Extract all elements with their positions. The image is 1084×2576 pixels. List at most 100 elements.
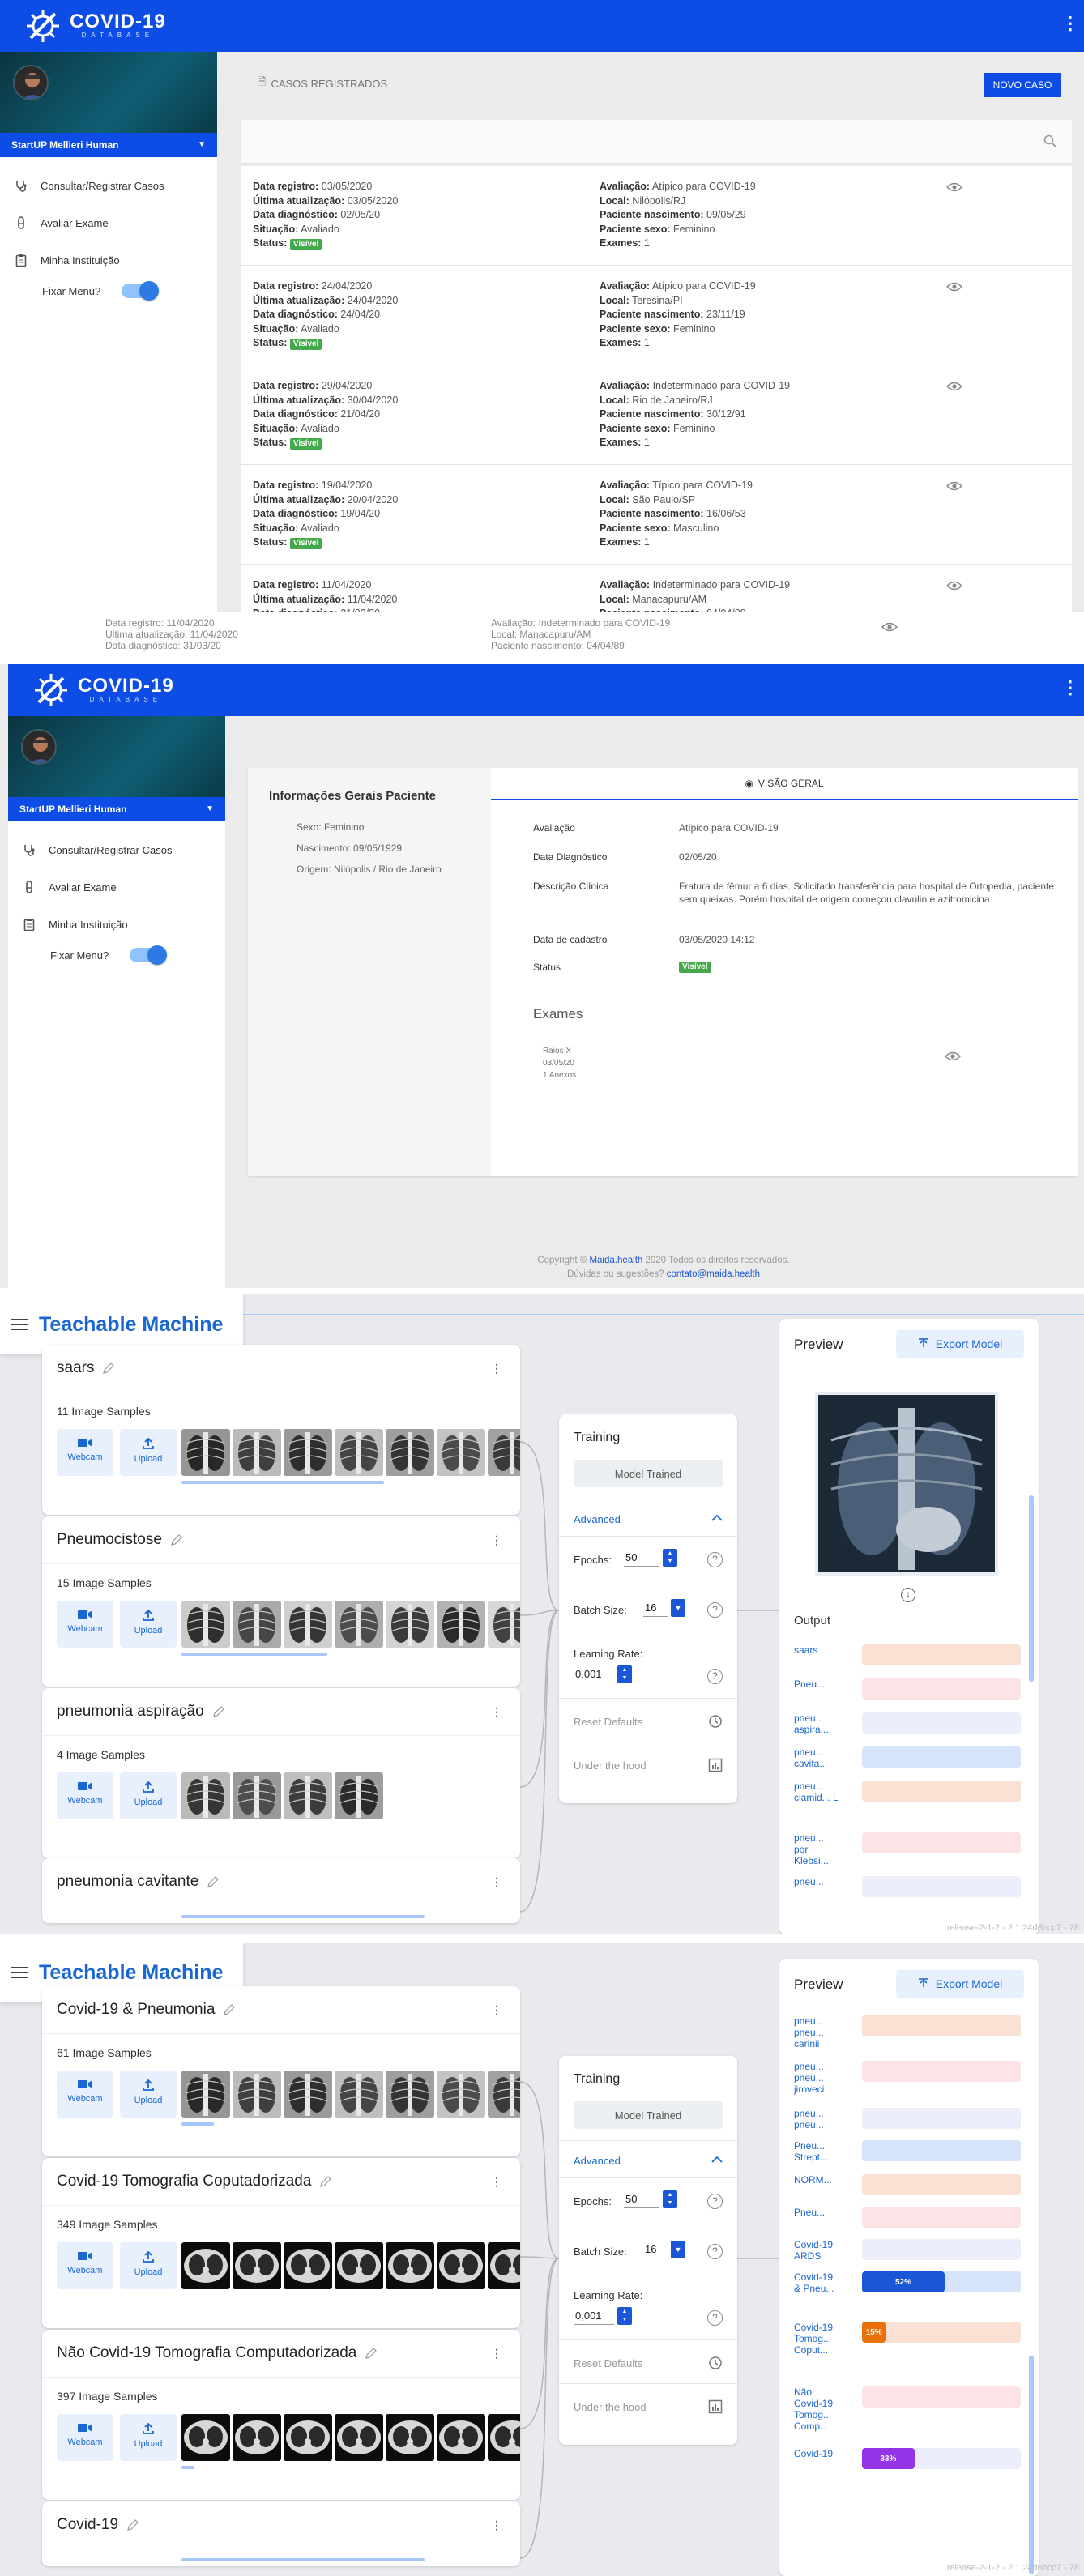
release-label: release-2-1-2 - 2.1.2#d6bcc7 - 78 — [946, 1923, 1079, 1933]
learning-rate-input[interactable]: 0,001 — [574, 2307, 614, 2325]
webcam-button[interactable]: Webcam — [57, 1601, 113, 1648]
epochs-input[interactable]: 50 — [624, 1549, 659, 1567]
eye-icon[interactable] — [945, 1051, 961, 1061]
thumbnail-scrollbar[interactable] — [181, 1653, 327, 1656]
field-label: Avaliação: — [600, 480, 651, 491]
epochs-stepper[interactable]: ▲ ▼ — [663, 1549, 677, 1567]
epochs-stepper[interactable]: ▲ ▼ — [663, 2190, 677, 2208]
learning-rate-stepper[interactable]: ▲ ▼ — [617, 1665, 632, 1683]
avatar[interactable] — [21, 729, 57, 765]
ghost-atualizacao: Última atualização: 11/04/2020 — [105, 629, 238, 640]
learning-rate-stepper[interactable]: ▲ ▼ — [617, 2307, 632, 2325]
case-row[interactable]: Data registro: 29/04/2020 Última atualiza… — [241, 365, 1072, 465]
upload-button[interactable]: Upload — [120, 1429, 177, 1476]
edit-icon[interactable] — [319, 2175, 332, 2188]
case-row[interactable]: Data registro: 19/04/2020 Última atualiza… — [241, 465, 1072, 565]
sample-thumbnail — [335, 2242, 383, 2289]
dropdown-icon[interactable]: ▼ — [671, 2241, 685, 2258]
upload-button[interactable]: Upload — [120, 1772, 177, 1819]
scrollbar[interactable] — [1029, 1495, 1034, 1682]
output-row: Covid-19 & Pneu... 52% — [794, 2271, 1021, 2322]
sidebar-item-consultar[interactable]: Consultar/Registrar Casos — [8, 831, 225, 868]
more-options-icon[interactable]: ⋮ — [1061, 679, 1079, 697]
footer-email[interactable]: contato@maida.health — [667, 1269, 760, 1279]
reset-defaults-button[interactable]: Reset Defaults — [574, 2356, 723, 2369]
more-options-icon[interactable]: ⋮ — [491, 1876, 502, 1887]
webcam-button[interactable]: Webcam — [57, 1772, 113, 1819]
under-the-hood-button[interactable]: Under the hood — [574, 2399, 723, 2414]
thumbnail-scrollbar[interactable] — [181, 2558, 425, 2561]
case-field-avaliacao: Avaliação: Atípico para COVID-19 — [600, 180, 756, 194]
eye-icon[interactable] — [946, 282, 962, 292]
case-row[interactable]: Data registro: 24/04/2020 Última atualiza… — [241, 266, 1072, 365]
edit-icon[interactable] — [102, 1362, 115, 1375]
help-icon[interactable]: ? — [707, 2244, 723, 2259]
help-icon[interactable]: ? — [707, 1669, 723, 1684]
more-options-icon[interactable]: ⋮ — [491, 1534, 502, 1546]
tab-visao-geral[interactable]: ◉ VISÃO GERAL — [491, 768, 1078, 800]
field-label: Paciente sexo: — [600, 522, 671, 534]
batch-size-value: 16 — [645, 2243, 657, 2255]
help-icon[interactable]: ? — [707, 1602, 723, 1618]
scrollbar[interactable] — [1029, 2356, 1034, 2574]
edit-icon[interactable] — [223, 2003, 236, 2016]
thumbnail-scrollbar[interactable] — [181, 2122, 214, 2126]
sidebar-item-avaliar[interactable]: Avaliar Exame — [8, 868, 225, 906]
edit-icon[interactable] — [207, 1875, 220, 1888]
output-row: pneu... pneu... — [794, 2108, 1021, 2140]
help-icon[interactable]: ? — [707, 2310, 723, 2326]
reset-defaults-button[interactable]: Reset Defaults — [574, 1715, 723, 1728]
fix-menu-toggle[interactable] — [130, 945, 168, 965]
upload-button[interactable]: Upload — [120, 1601, 177, 1648]
edit-icon[interactable] — [126, 2518, 139, 2531]
more-options-icon[interactable]: ⋮ — [491, 1706, 502, 1717]
more-options-icon[interactable]: ⋮ — [491, 2176, 502, 2187]
upload-button[interactable]: Upload — [120, 2242, 177, 2289]
exam-item[interactable]: Raios X 03/05/20 1 Anexos — [533, 1035, 1066, 1085]
thumbnail-scrollbar[interactable] — [181, 2466, 194, 2469]
webcam-button[interactable]: Webcam — [57, 2071, 113, 2118]
advanced-toggle[interactable]: Advanced — [574, 1513, 723, 1525]
learning-rate-input[interactable]: 0,001 — [574, 1665, 614, 1683]
epochs-input[interactable]: 50 — [624, 2190, 659, 2208]
upload-button[interactable]: Upload — [120, 2414, 177, 2461]
case-row[interactable]: Data registro: 11/04/2020 Última atualiza… — [241, 565, 1072, 613]
case-field-nascimento: Paciente nascimento: 23/11/19 — [600, 308, 756, 322]
field-label: Data diagnóstico: — [253, 508, 338, 519]
eye-icon[interactable] — [946, 382, 962, 391]
eye-icon[interactable] — [946, 182, 962, 192]
more-options-icon[interactable]: ⋮ — [491, 2519, 502, 2531]
more-options-icon[interactable]: ⋮ — [491, 1363, 502, 1374]
under-the-hood-button[interactable]: Under the hood — [574, 1758, 723, 1772]
edit-icon[interactable] — [365, 2347, 378, 2360]
output-label: Pneu... Strept... — [794, 2140, 829, 2163]
batch-size-select[interactable]: 16 — [643, 1599, 668, 1617]
under-hood-label: Under the hood — [574, 1759, 647, 1772]
edit-icon[interactable] — [212, 1705, 225, 1718]
footer-link[interactable]: Maida.health — [589, 1256, 642, 1265]
help-icon[interactable]: ? — [707, 1552, 723, 1567]
user-selector[interactable]: StartUP Mellieri Human ▼ — [8, 797, 225, 821]
webcam-button[interactable]: Webcam — [57, 2242, 113, 2289]
case-row[interactable]: Data registro: 03/05/2020 Última atualiza… — [241, 166, 1072, 266]
covid-logo[interactable]: COVID-19 DATABASE — [32, 672, 174, 709]
more-options-icon[interactable]: ⋮ — [491, 2004, 502, 2015]
model-trained-button[interactable]: Model Trained — [574, 1460, 723, 1487]
batch-size-select[interactable]: 16 — [643, 2241, 668, 2258]
advanced-toggle[interactable]: Advanced — [574, 2155, 723, 2167]
model-trained-button[interactable]: Model Trained — [574, 2101, 723, 2129]
sidebar-item-instituicao[interactable]: Minha Instituição — [8, 906, 225, 943]
webcam-button[interactable]: Webcam — [57, 1429, 113, 1476]
eye-icon[interactable] — [881, 622, 898, 632]
webcam-button[interactable]: Webcam — [57, 2414, 113, 2461]
class-name: pneumonia aspiração — [57, 1703, 204, 1720]
thumbnail-scrollbar[interactable] — [181, 1481, 384, 1484]
eye-icon[interactable] — [946, 481, 962, 491]
eye-icon[interactable] — [946, 581, 962, 591]
edit-icon[interactable] — [170, 1533, 183, 1546]
help-icon[interactable]: ? — [707, 2194, 723, 2209]
upload-button[interactable]: Upload — [120, 2071, 177, 2118]
dropdown-icon[interactable]: ▼ — [671, 1599, 685, 1617]
more-options-icon[interactable]: ⋮ — [491, 2348, 502, 2359]
thumbnail-scrollbar[interactable] — [181, 1915, 425, 1918]
